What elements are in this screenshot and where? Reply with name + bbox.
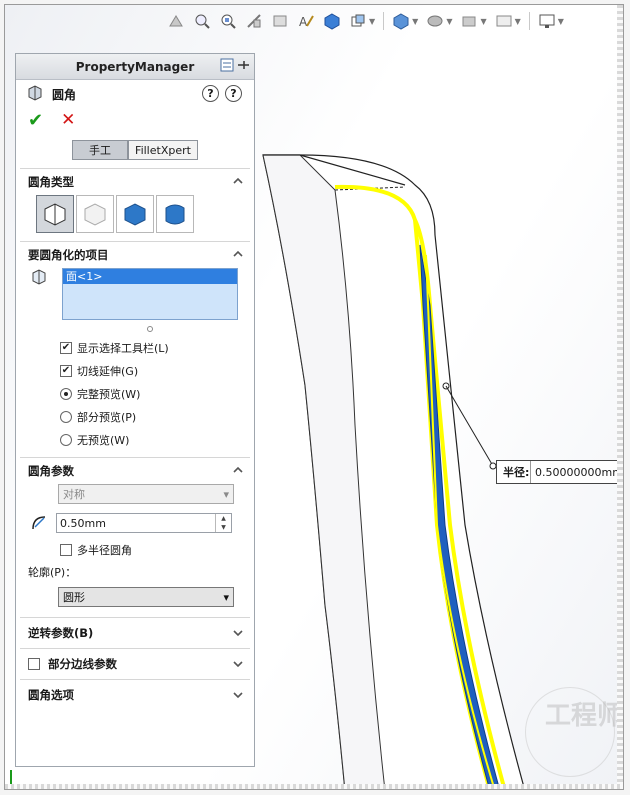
spin-down-icon[interactable]: ▼ [216, 523, 231, 532]
help-icon[interactable]: ? [225, 85, 242, 102]
panel-config-icon[interactable] [220, 58, 234, 75]
face-fillet-icon [124, 203, 146, 226]
partial-preview-label: 部分预览(P) [77, 410, 137, 424]
section-title: 圆角参数 [28, 464, 74, 478]
callout-value[interactable]: 0.50000000mm [531, 466, 623, 479]
feature-header: 圆角 ? ? [16, 80, 254, 108]
fillet-method-value: 对称 [63, 488, 85, 501]
radius-icon [30, 512, 50, 535]
section-title: 逆转参数(B) [28, 626, 94, 640]
app-window: A ▼ ▼ ▼ ▼ ▼ ▼ PropertyManager 圆角 ? ? ✔ ✕… [4, 4, 624, 790]
partial-preview-radio[interactable] [60, 410, 72, 423]
chevron-up-icon[interactable] [232, 248, 244, 260]
show-toolbar-checkbox[interactable]: ✔ [60, 341, 72, 354]
chevron-down-icon: ▾ [223, 487, 229, 501]
variable-radius-icon [84, 203, 106, 226]
chevron-down-icon[interactable] [232, 658, 244, 670]
tab-manual[interactable]: 手工 [72, 140, 129, 160]
tab-filletxpert[interactable]: FilletXpert [128, 140, 198, 160]
chevron-up-icon[interactable] [232, 464, 244, 476]
radius-callout[interactable]: 半径: 0.50000000mm [496, 460, 623, 484]
items-section: 要圆角化的项目 面<1> ✔ 显示选择工具栏(L) ✔ 切线延伸(G) 完整预览… [20, 241, 250, 451]
spin-up-icon[interactable]: ▲ [216, 514, 231, 523]
chevron-up-icon[interactable] [232, 175, 244, 187]
resize-grip[interactable] [147, 326, 153, 332]
reverse-params-section[interactable]: 逆转参数(B) [20, 617, 250, 648]
property-manager: PropertyManager 圆角 ? ? ✔ ✕ 手工 FilletXper… [15, 53, 255, 767]
section-title: 圆角选项 [28, 688, 74, 702]
tangent-propagation-label: 切线延伸(G) [77, 364, 139, 378]
torn-edge [617, 5, 623, 789]
property-manager-header: PropertyManager [16, 54, 254, 80]
multi-radius-checkbox[interactable] [60, 543, 72, 556]
list-item[interactable]: 面<1> [63, 269, 237, 284]
tangent-propagation-checkbox[interactable]: ✔ [60, 364, 72, 377]
chevron-down-icon: ▾ [223, 590, 229, 604]
radius-input[interactable]: 0.50mm ▲ ▼ [56, 513, 232, 533]
selection-listbox[interactable]: 面<1> [62, 268, 238, 320]
no-preview-label: 无预览(W) [77, 433, 130, 447]
radius-value: 0.50mm [60, 516, 106, 530]
edge-face-selection-icon [30, 268, 48, 320]
radius-spinner[interactable]: ▲ ▼ [215, 514, 231, 532]
section-title: 圆角类型 [28, 175, 74, 189]
section-title: 部分边线参数 [48, 657, 117, 671]
chevron-down-icon[interactable] [232, 627, 244, 639]
section-title: 要圆角化的项目 [28, 248, 109, 262]
full-preview-radio[interactable] [60, 387, 72, 400]
show-toolbar-label: 显示选择工具栏(L) [77, 341, 169, 355]
torn-edge [5, 784, 623, 789]
constant-radius-button[interactable] [36, 195, 74, 233]
callout-label: 半径: [497, 461, 531, 483]
no-preview-radio[interactable] [60, 433, 72, 446]
fillet-feature-icon [26, 84, 44, 105]
watermark: 工程师 [545, 701, 624, 731]
variable-radius-button[interactable] [76, 195, 114, 233]
full-round-icon [165, 204, 185, 225]
partial-edge-checkbox[interactable] [28, 658, 40, 670]
chevron-down-icon[interactable] [232, 689, 244, 701]
fillet-params-section: 圆角参数 对称 ▾ 0.50mm ▲ ▼ 多半径圆角 轮廓(P)： 圆形 ▾ [20, 457, 250, 607]
multi-radius-label: 多半径圆角 [77, 543, 132, 557]
detailed-preview-icon[interactable]: ? [202, 85, 219, 102]
fillet-method-select[interactable]: 对称 ▾ [58, 484, 234, 504]
profile-value: 圆形 [63, 591, 85, 604]
cancel-x-icon[interactable]: ✕ [61, 110, 75, 130]
property-manager-title: PropertyManager [75, 59, 195, 74]
full-round-button[interactable] [156, 195, 194, 233]
face-fillet-button[interactable] [116, 195, 154, 233]
feature-name: 圆角 [52, 87, 77, 102]
profile-label: 轮廓(P)： [28, 566, 77, 579]
constant-radius-icon [44, 203, 66, 226]
pin-icon[interactable] [236, 58, 250, 75]
full-preview-label: 完整预览(W) [77, 387, 141, 401]
profile-select[interactable]: 圆形 ▾ [58, 587, 234, 607]
fillet-type-section: 圆角类型 [20, 168, 250, 241]
fillet-options-section[interactable]: 圆角选项 [20, 679, 250, 710]
partial-edge-section[interactable]: 部分边线参数 [20, 648, 250, 679]
ok-check-icon[interactable]: ✔ [28, 110, 43, 131]
